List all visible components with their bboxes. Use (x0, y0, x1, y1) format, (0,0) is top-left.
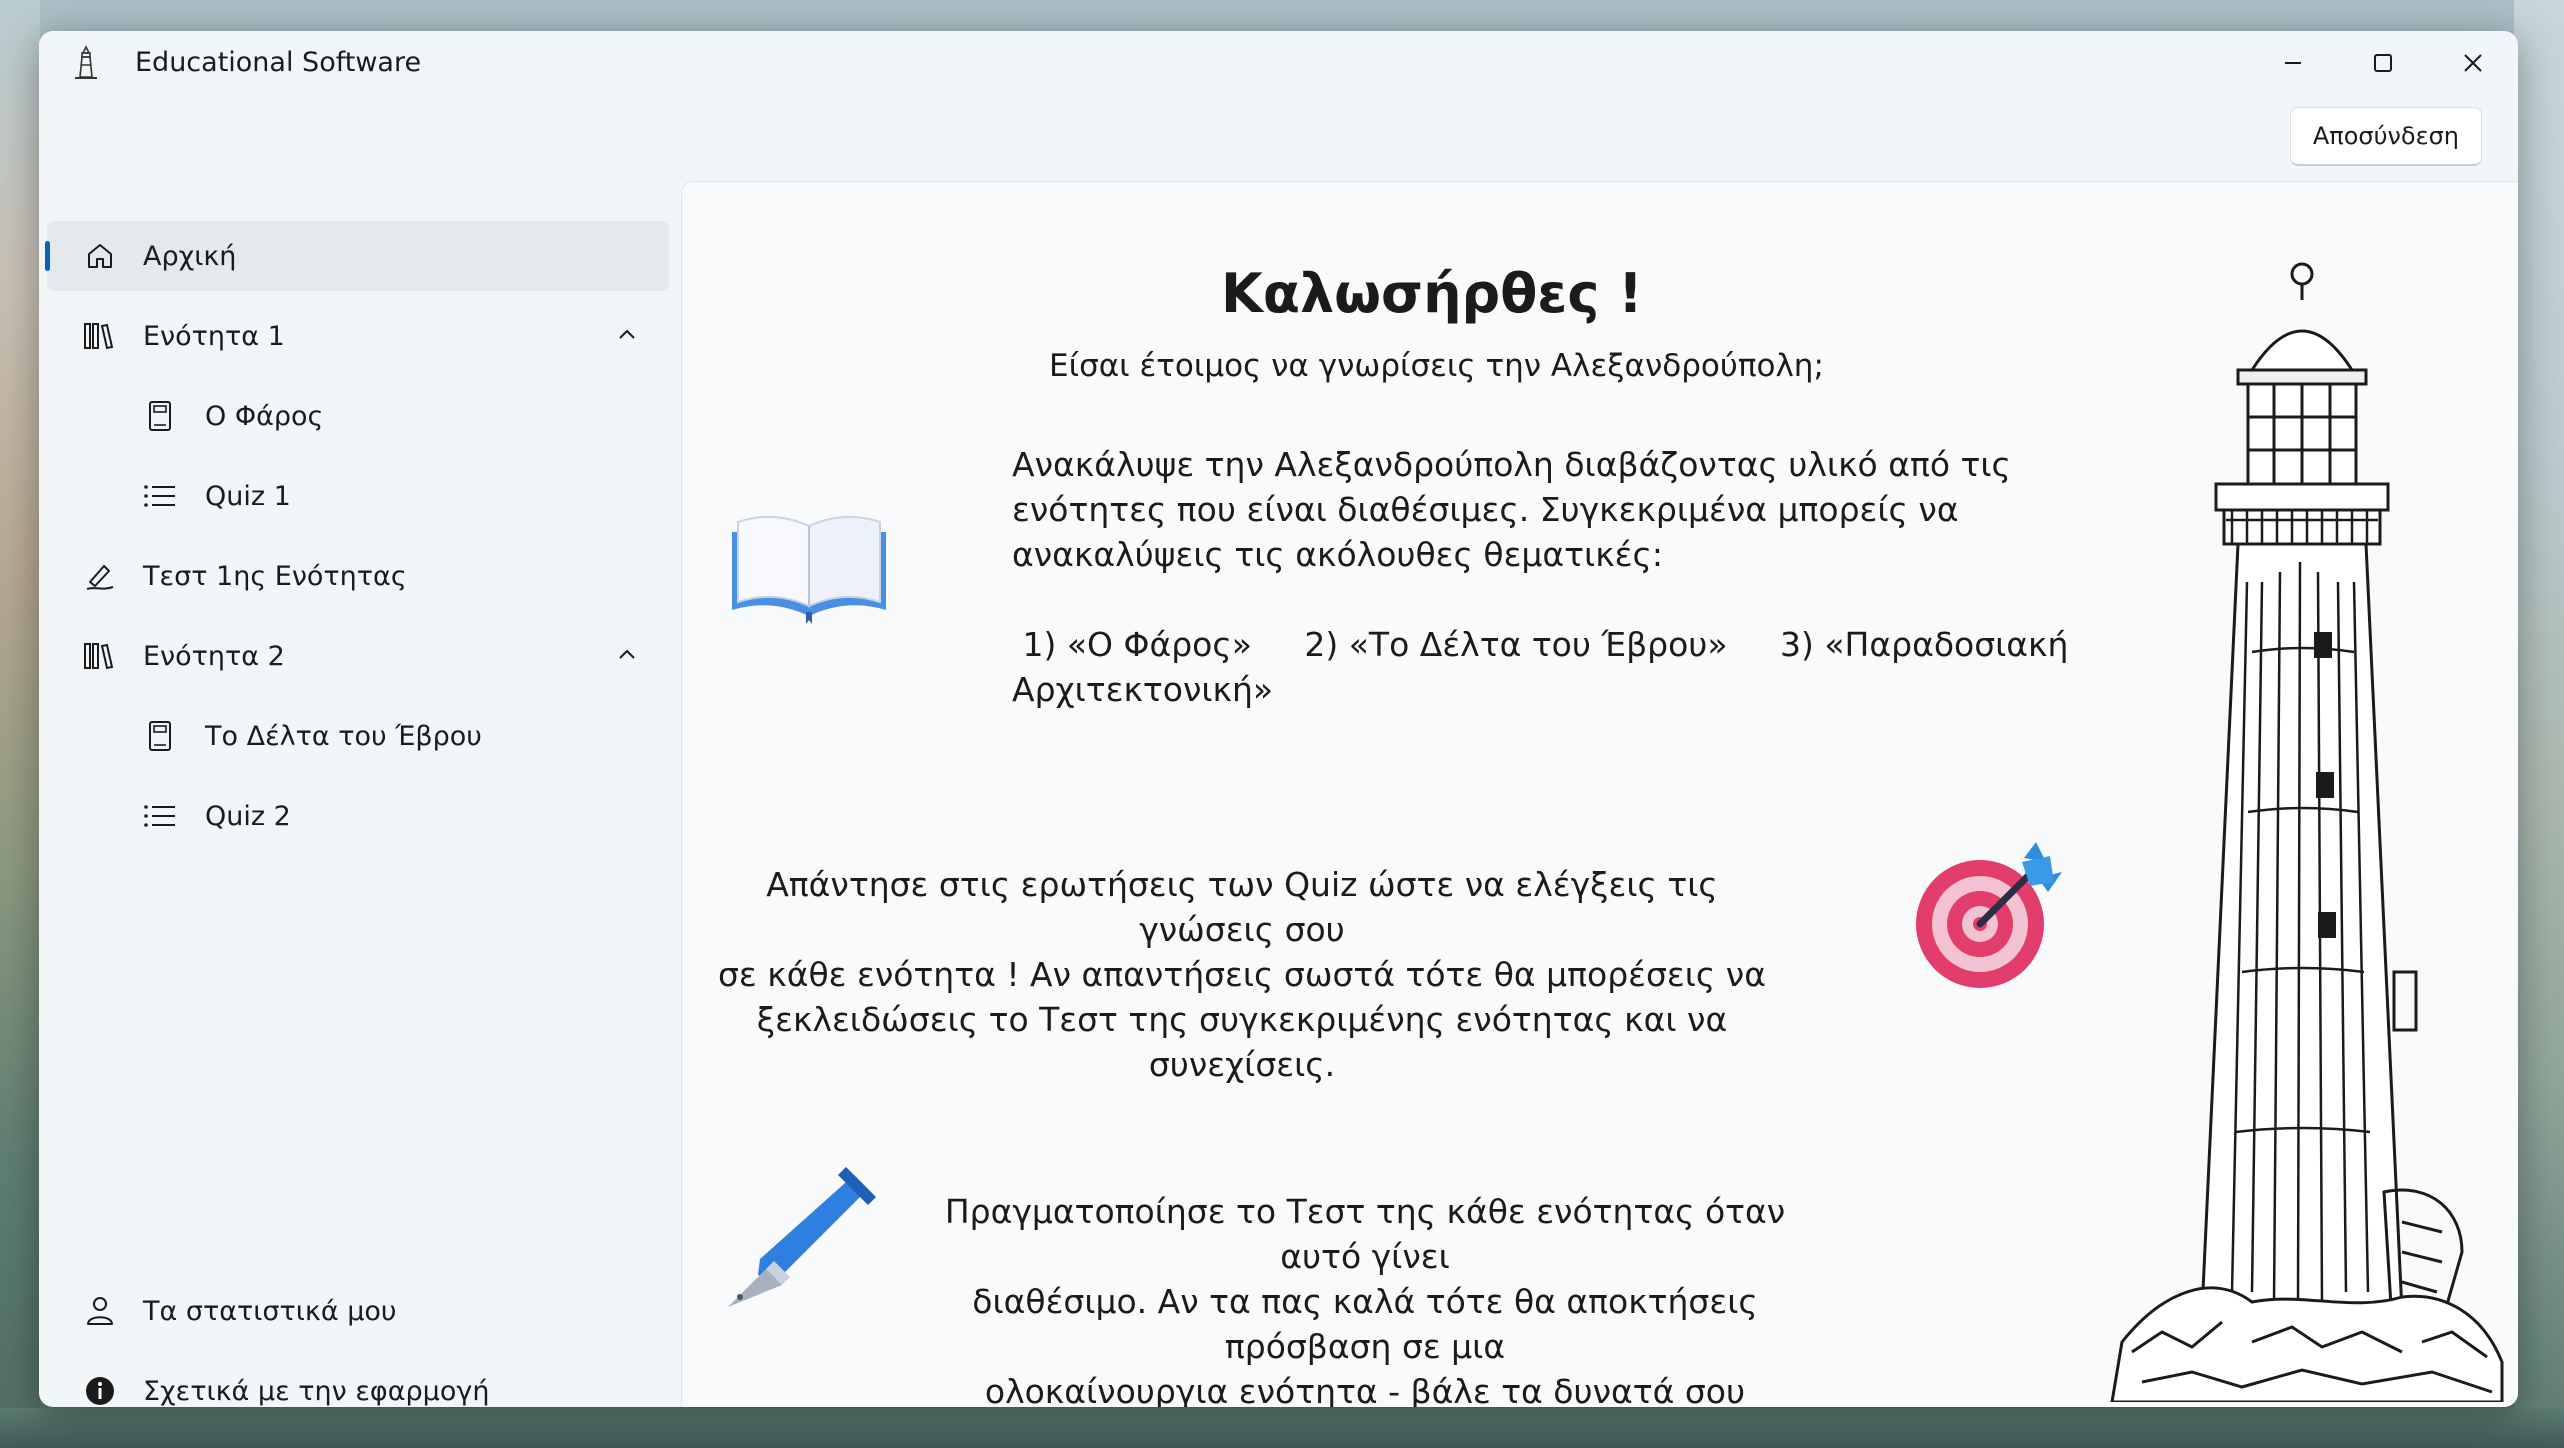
maximize-icon (2374, 54, 2392, 72)
test-paragraph: Πραγματοποίησε το Τεστ της κάθε ενότητας… (940, 1189, 1790, 1407)
nav-label-unit-1-test: Τεστ 1ης Ενότητας (143, 560, 407, 592)
intro-line: Ανακάλυψε την Αλεξανδρούπολη διαβάζοντας… (1012, 445, 2011, 484)
close-icon (2464, 54, 2482, 72)
quiz-paragraph: Απάντησε στις ερωτήσεις των Quiz ώστε να… (712, 862, 1772, 1087)
library-icon (83, 639, 117, 673)
document-icon (143, 399, 177, 433)
intro-paragraph: Ανακάλυψε την Αλεξανδρούπολη διαβάζοντας… (1012, 442, 2068, 712)
topics-line: Αρχιτεκτονική» (1012, 670, 1274, 709)
nav-label-evros-delta: Το Δέλτα του Έβρου (205, 720, 482, 752)
nav-item-quiz-2[interactable]: Quiz 2 (47, 781, 669, 851)
test-line: ολοκαίνουργια ενότητα - βάλε τα δυνατά σ… (984, 1372, 1746, 1407)
nav-label-about: Σχετικά με την εφαρμογή (143, 1375, 490, 1407)
selection-indicator (45, 241, 50, 271)
title-bar[interactable]: Educational Software (39, 31, 2518, 95)
topics-line: 1) «Ο Φάρος» 2) «Το Δέλτα του Έβρου» 3) … (1012, 625, 2069, 664)
app-window: Educational Software Αποσύνδεση Αρχική Ε… (39, 31, 2518, 1407)
test-line: Πραγματοποίησε το Τεστ της κάθε ενότητας… (944, 1192, 1786, 1276)
nav-label-quiz-2: Quiz 2 (205, 800, 291, 832)
chevron-up-icon[interactable] (615, 643, 639, 667)
minimize-button[interactable] (2248, 31, 2338, 95)
logout-button[interactable]: Αποσύνδεση (2289, 107, 2482, 166)
nav-label-quiz-1: Quiz 1 (205, 480, 291, 512)
nav-item-about[interactable]: Σχετικά με την εφαρμογή (47, 1356, 669, 1407)
navigation-pane: Αρχική Ενότητα 1 Ο Φάρος Quiz 1 Τεστ 1ης… (39, 171, 679, 1407)
person-icon (83, 1294, 117, 1328)
target-dart-icon (1916, 842, 2062, 988)
signature-icon (83, 559, 117, 593)
nav-item-lighthouse[interactable]: Ο Φάρος (47, 381, 669, 451)
close-button[interactable] (2428, 31, 2518, 95)
list-icon (143, 799, 177, 833)
nav-item-unit-2[interactable]: Ενότητα 2 (47, 621, 669, 691)
nav-item-quiz-1[interactable]: Quiz 1 (47, 461, 669, 531)
desktop-wallpaper-bottom (0, 1408, 2564, 1448)
nav-label-my-stats: Τα στατιστικά μου (143, 1295, 397, 1327)
nav-item-evros-delta[interactable]: Το Δέλτα του Έβρου (47, 701, 669, 771)
welcome-heading: Καλωσήρθες ! (1221, 262, 1643, 325)
intro-line: ενότητες που είναι διαθέσιμες. Συγκεκριμ… (1012, 490, 1959, 529)
lighthouse-illustration (2110, 262, 2504, 1402)
nav-label-lighthouse: Ο Φάρος (205, 400, 324, 432)
desktop-wallpaper-right (2514, 0, 2564, 1448)
nav-label-home: Αρχική (143, 240, 237, 272)
nav-item-home[interactable]: Αρχική (45, 221, 669, 291)
lighthouse-app-icon (75, 45, 97, 79)
document-icon (143, 719, 177, 753)
library-icon (83, 319, 117, 353)
minimize-icon (2285, 62, 2301, 64)
app-title: Educational Software (135, 47, 422, 78)
maximize-button[interactable] (2338, 31, 2428, 95)
pen-icon (728, 1167, 876, 1307)
nav-label-unit-2: Ενότητα 2 (143, 640, 285, 672)
nav-item-unit-1[interactable]: Ενότητα 1 (47, 301, 669, 371)
list-icon (143, 479, 177, 513)
quiz-line: ξεκλειδώσεις το Τεστ της συγκεκριμένης ε… (756, 1000, 1728, 1084)
quiz-line: σε κάθε ενότητα ! Αν απαντήσεις σωστά τό… (718, 955, 1766, 994)
nav-item-my-stats[interactable]: Τα στατιστικά μου (47, 1276, 669, 1346)
nav-item-unit-1-test[interactable]: Τεστ 1ης Ενότητας (47, 541, 669, 611)
open-book-icon (732, 515, 886, 624)
nav-label-unit-1: Ενότητα 1 (143, 320, 285, 352)
welcome-subtitle: Είσαι έτοιμος να γνωρίσεις την Αλεξανδρο… (1049, 348, 1824, 384)
main-content: Καλωσήρθες ! Είσαι έτοιμος να γνωρίσεις … (681, 181, 2518, 1407)
info-icon (83, 1374, 117, 1407)
home-icon (83, 239, 117, 273)
test-line: διαθέσιμο. Αν τα πας καλά τότε θα αποκτή… (972, 1282, 1758, 1366)
quiz-line: Απάντησε στις ερωτήσεις των Quiz ώστε να… (766, 865, 1718, 949)
chevron-up-icon[interactable] (615, 323, 639, 347)
desktop-wallpaper-left (0, 0, 40, 1448)
intro-line: ανακαλύψεις τις ακόλουθες θεματικές: (1012, 535, 1663, 574)
